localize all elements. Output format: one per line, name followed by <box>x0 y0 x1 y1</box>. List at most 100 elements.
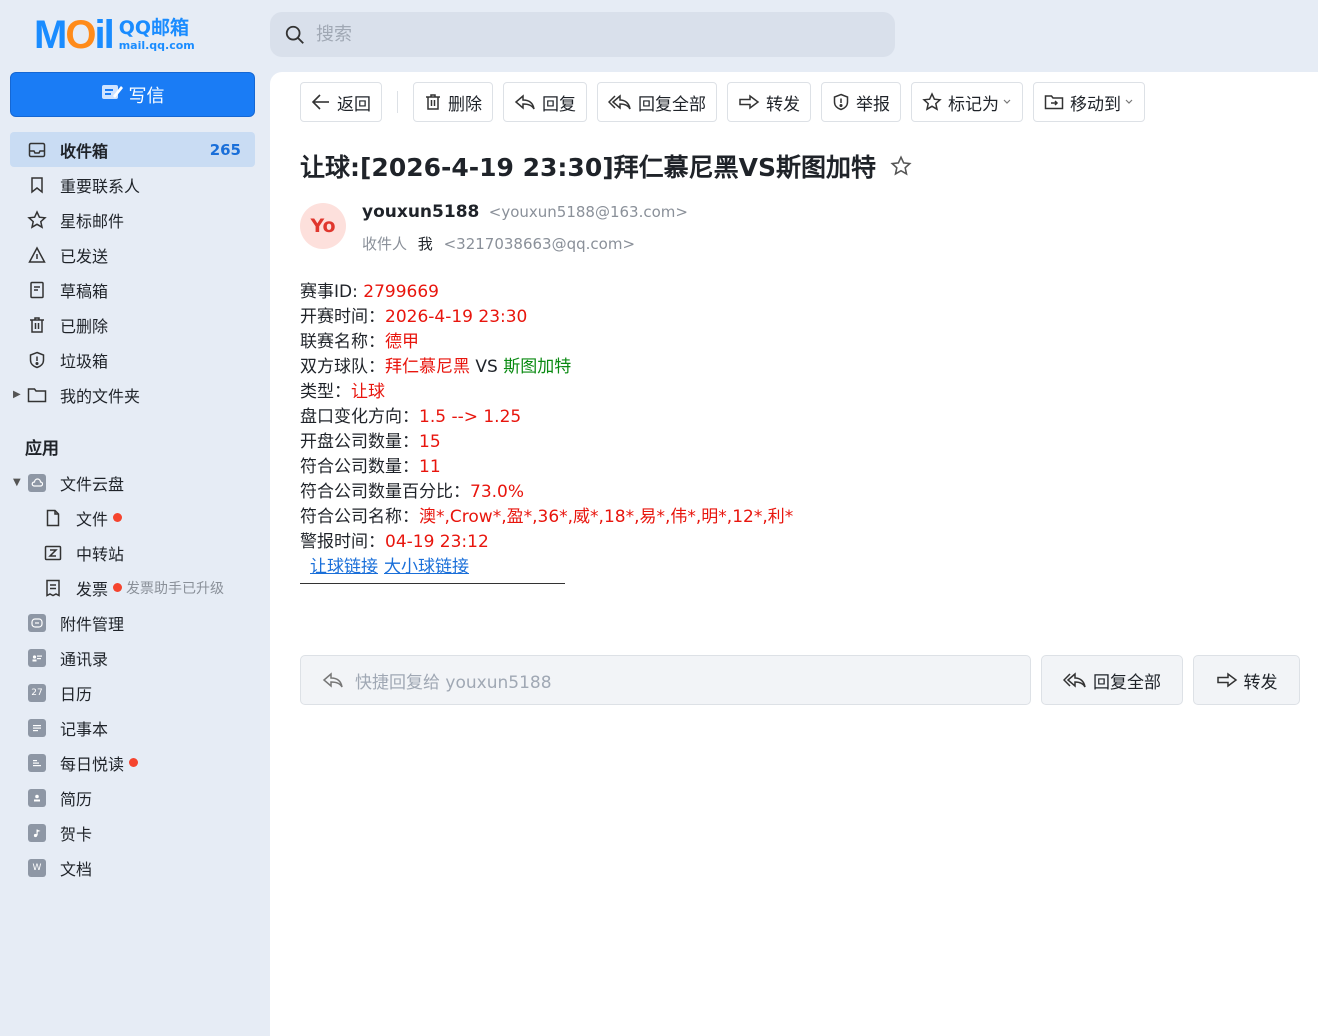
sidebar-item-label: 垃圾箱 <box>60 351 109 371</box>
body-divider <box>300 580 565 584</box>
app-item-files[interactable]: 文件 <box>10 500 255 535</box>
recipient-name[interactable]: 我 <box>418 235 433 253</box>
compose-icon <box>101 82 123 107</box>
collapse-caret-icon[interactable]: ▼ <box>13 477 21 488</box>
back-label: 返回 <box>337 94 371 115</box>
file-icon <box>43 508 63 528</box>
reply-button[interactable]: 回复 <box>503 82 587 122</box>
document-icon: W <box>27 858 47 878</box>
star-icon <box>922 92 942 111</box>
body-row-match-id: 赛事ID: 2799669 <box>300 280 793 305</box>
logo-text: QQ邮箱 mail.qq.com <box>119 19 195 52</box>
cloud-drive-icon <box>27 473 47 493</box>
field-label: 开盘公司数量： <box>300 432 419 452</box>
search-input[interactable] <box>316 24 876 45</box>
app-item-transfer-station[interactable]: 中转站 <box>10 535 255 570</box>
mark-as-dropdown[interactable]: 标记为 <box>911 82 1023 122</box>
sidebar-item-spam[interactable]: 垃圾箱 <box>10 342 255 377</box>
sidebar-item-important-contacts[interactable]: 重要联系人 <box>10 167 255 202</box>
expand-caret-icon[interactable]: ▶ <box>13 389 21 400</box>
quick-reply-all-button[interactable]: 回复全部 <box>1041 655 1183 705</box>
app-logo[interactable]: MOil QQ邮箱 mail.qq.com <box>34 14 234 56</box>
sidebar-item-sent[interactable]: 已发送 <box>10 237 255 272</box>
mail-reading-pane: 返回 删除 回复 回复全部 转发 举报 标记为 移动到 让球:[2026-4-1… <box>270 72 1318 1036</box>
app-item-contacts[interactable]: 通讯录 <box>10 640 255 675</box>
body-row-matching-pct: 符合公司数量百分比：73.0% <box>300 480 793 505</box>
invoice-upgrade-note: 发票助手已升级 <box>126 580 225 597</box>
app-item-label: 附件管理 <box>60 614 125 634</box>
matching-names-value: 澳*,Crow*,盈*,36*,威*,18*,易*,伟*,明*,12*,利* <box>419 507 794 527</box>
sidebar-item-label: 收件箱 <box>60 141 109 161</box>
body-row-alert-time: 警报时间：04-19 23:12 <box>300 530 793 555</box>
quick-reply-input[interactable]: 快捷回复给 youxun5188 <box>300 655 1031 705</box>
back-button[interactable]: 返回 <box>300 82 382 122</box>
draft-icon <box>27 280 47 300</box>
app-item-greeting-card[interactable]: 贺卡 <box>10 815 255 850</box>
field-label: 开赛时间： <box>300 307 385 327</box>
app-item-notepad[interactable]: 记事本 <box>10 710 255 745</box>
sender-name[interactable]: youxun5188 <box>362 202 479 222</box>
apps-section-title: 应用 <box>25 439 59 459</box>
app-item-label: 日历 <box>60 684 93 704</box>
app-item-calendar[interactable]: 27 日历 <box>10 675 255 710</box>
recipient-label: 收件人 <box>362 235 408 253</box>
apps-nav: ▼ 文件云盘 文件 中转站 发票 发票助手已升级 附件管理 通讯录 27 日历 … <box>10 465 255 885</box>
app-item-documents[interactable]: W 文档 <box>10 850 255 885</box>
app-item-daily-reading[interactable]: 每日悦读 <box>10 745 255 780</box>
field-label: 符合公司数量： <box>300 457 419 477</box>
handicap-link[interactable]: 让球链接 <box>310 557 378 577</box>
recipient-line: 收件人 我 <3217038663@qq.com> <box>362 233 635 254</box>
delete-button[interactable]: 删除 <box>413 82 493 122</box>
app-item-label: 每日悦读 <box>60 754 125 774</box>
line-change-value: 1.5 --> 1.25 <box>419 407 522 427</box>
sidebar-item-drafts[interactable]: 草稿箱 <box>10 272 255 307</box>
sender-avatar[interactable]: Yo <box>300 203 346 249</box>
mark-as-label: 标记为 <box>948 94 999 115</box>
sidebar-item-starred[interactable]: 星标邮件 <box>10 202 255 237</box>
move-to-dropdown[interactable]: 移动到 <box>1033 82 1145 122</box>
field-label: 联赛名称： <box>300 332 385 352</box>
field-label: 双方球队： <box>300 357 385 377</box>
reply-icon <box>322 672 343 688</box>
sidebar-item-label: 草稿箱 <box>60 281 109 301</box>
app-item-label: 通讯录 <box>60 649 109 669</box>
app-item-cloud-drive[interactable]: ▼ 文件云盘 <box>10 465 255 500</box>
reply-label: 回复 <box>542 94 576 115</box>
star-toggle[interactable] <box>890 155 912 177</box>
forward-button[interactable]: 转发 <box>727 82 811 122</box>
reply-all-icon <box>1063 672 1086 688</box>
bookmakers-value: 15 <box>419 432 441 452</box>
unread-count: 265 <box>209 140 241 159</box>
logo-mark: MOil <box>34 13 115 57</box>
invoice-icon <box>43 578 63 598</box>
chevron-down-icon <box>1003 99 1011 104</box>
report-button[interactable]: 举报 <box>821 82 901 122</box>
body-row-line-change: 盘口变化方向：1.5 --> 1.25 <box>300 405 793 430</box>
star-icon <box>27 209 47 230</box>
totals-link[interactable]: 大小球链接 <box>384 557 469 577</box>
alert-time-value: 04-19 23:12 <box>385 532 489 552</box>
field-label: 盘口变化方向： <box>300 407 419 427</box>
sidebar-item-my-folders[interactable]: ▶ 我的文件夹 <box>10 377 255 412</box>
compose-button[interactable]: 写信 <box>10 72 255 117</box>
body-row-bookmakers: 开盘公司数量：15 <box>300 430 793 455</box>
sidebar-item-deleted[interactable]: 已删除 <box>10 307 255 342</box>
matching-pct-value: 73.0% <box>470 482 525 502</box>
app-item-attachments[interactable]: 附件管理 <box>10 605 255 640</box>
spam-icon <box>27 350 47 370</box>
app-item-label: 中转站 <box>76 544 125 564</box>
sidebar-item-label: 重要联系人 <box>60 176 141 196</box>
app-item-label: 简历 <box>60 789 93 809</box>
sidebar-item-inbox[interactable]: 收件箱 265 <box>10 132 255 167</box>
reply-all-button[interactable]: 回复全部 <box>597 82 717 122</box>
app-item-label: 文档 <box>60 859 93 879</box>
trash-icon <box>27 315 47 335</box>
body-row-type: 类型：让球 <box>300 380 793 405</box>
transfer-icon <box>43 543 63 563</box>
app-item-resume[interactable]: 简历 <box>10 780 255 815</box>
app-item-invoice[interactable]: 发票 发票助手已升级 <box>10 570 255 605</box>
search-bar[interactable] <box>270 12 895 57</box>
quick-forward-button[interactable]: 转发 <box>1193 655 1300 705</box>
resume-icon <box>27 788 47 808</box>
sender-line: youxun5188 <youxun5188@163.com> <box>362 202 688 222</box>
